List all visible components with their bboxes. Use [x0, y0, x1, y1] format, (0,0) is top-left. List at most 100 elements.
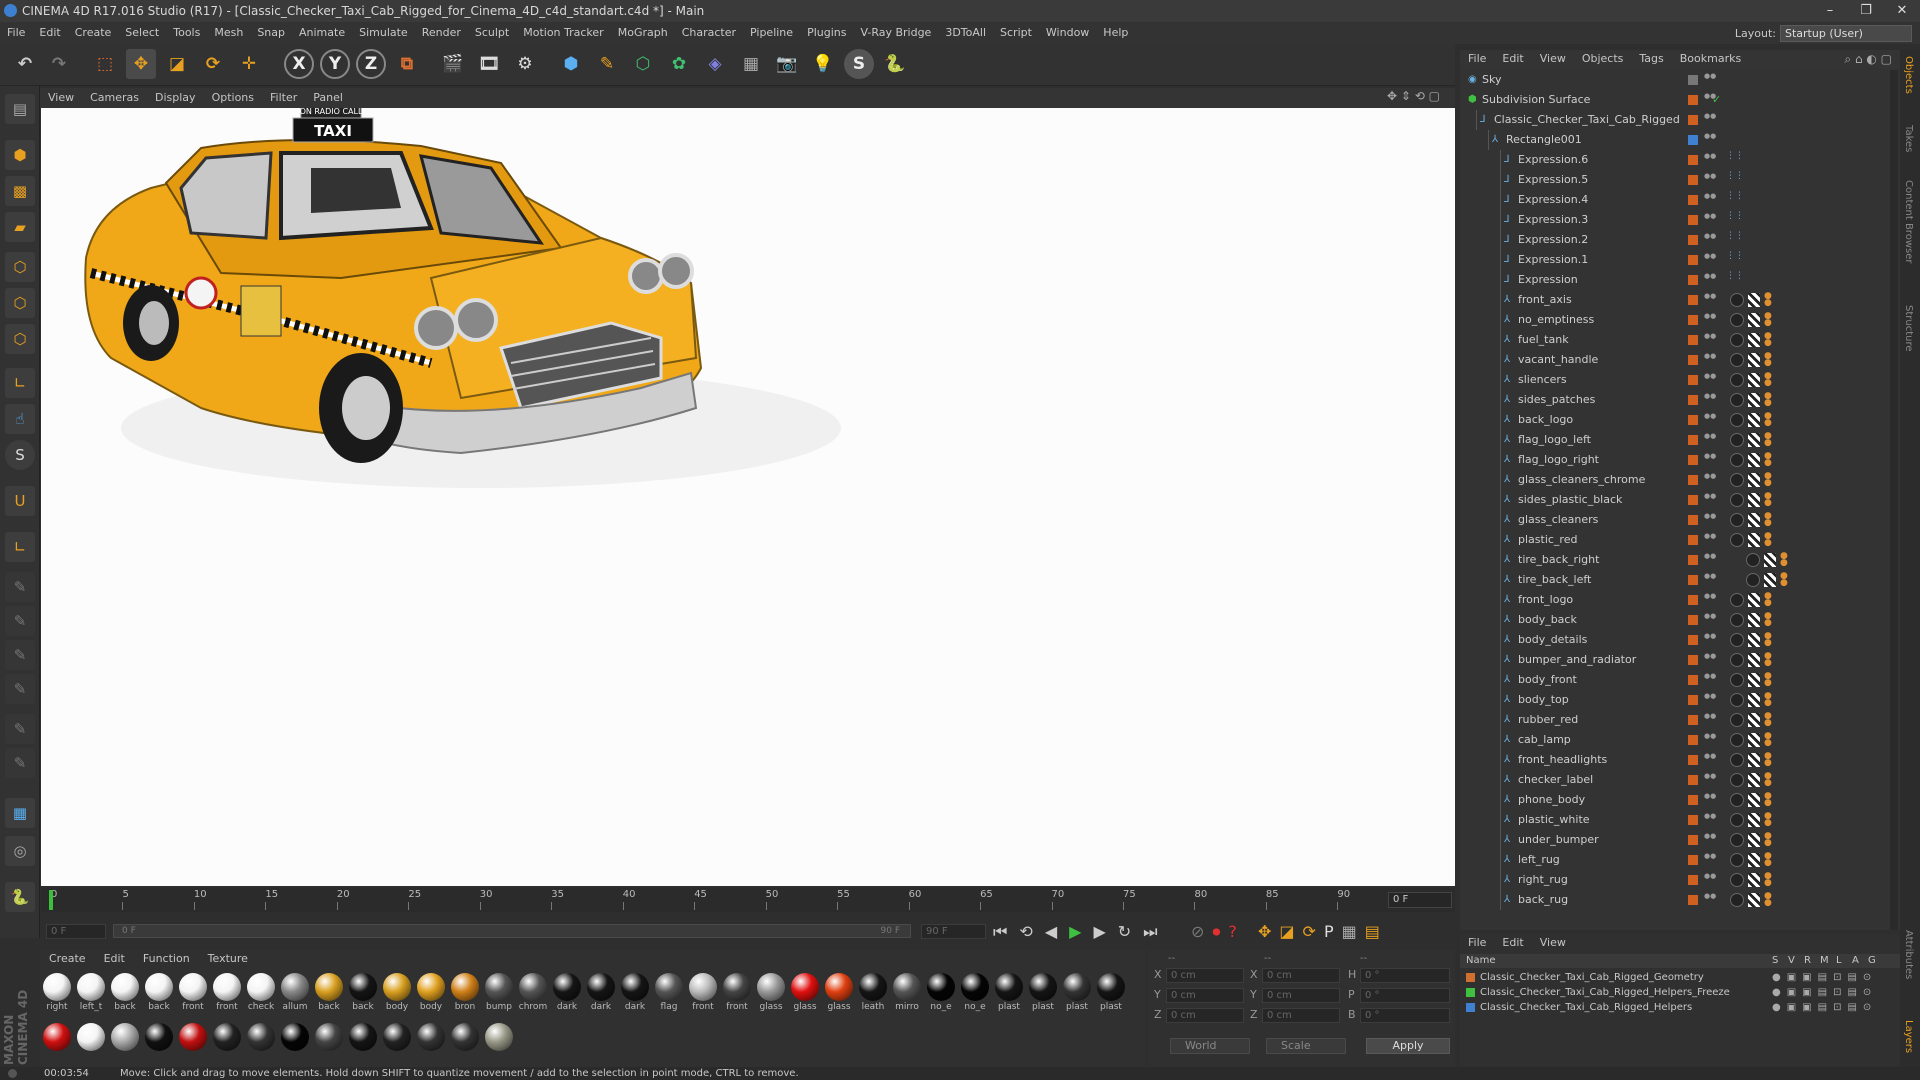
texture-tag-icon[interactable] [1748, 493, 1760, 507]
layer-name[interactable]: Classic_Checker_Taxi_Cab_Rigged_Helpers [1480, 1000, 1692, 1015]
enabled-check-icon[interactable]: ✓ [1712, 90, 1721, 110]
visibility-dots-icon[interactable]: ●● [1704, 452, 1716, 468]
object-row[interactable]: ⅄ glass_cleaners_chrome ●● ● ● [1460, 470, 1890, 490]
layer-row[interactable]: Classic_Checker_Taxi_Cab_Rigged_Helpers ●… [1460, 1000, 1900, 1015]
layer-toggles-icon[interactable]: ●▣▣▤⊡▤⊙ [1772, 970, 1877, 985]
magnet-icon[interactable]: U [5, 486, 35, 516]
object-name[interactable]: left_rug [1518, 850, 1560, 870]
object-name[interactable]: rubber_red [1518, 710, 1578, 730]
texture-tag-icon[interactable] [1748, 453, 1760, 467]
object-name[interactable]: sliencers [1518, 370, 1567, 390]
size-field[interactable]: 0 cm [1262, 988, 1340, 1003]
material-swatch[interactable]: allum [280, 972, 310, 1014]
object-name[interactable]: Expression.1 [1518, 250, 1588, 270]
material-swatch[interactable] [382, 1022, 412, 1064]
selection-tag-icon[interactable]: ● ● [1780, 572, 1788, 588]
visibility-dots-icon[interactable]: ●● [1704, 112, 1716, 128]
layer-color-swatch[interactable] [1688, 395, 1698, 405]
material-tag-icon[interactable] [1730, 353, 1744, 367]
y-axis-icon[interactable]: Y [320, 49, 350, 79]
object-name[interactable]: no_emptiness [1518, 310, 1594, 330]
expression-tag-icon[interactable]: ⋮⋮ [1726, 172, 1744, 187]
texture-tag-icon[interactable] [1748, 293, 1760, 307]
layer-color-swatch[interactable] [1688, 75, 1698, 85]
object-name[interactable]: sides_plastic_black [1518, 490, 1622, 510]
menu-3dtoall[interactable]: 3DToAll [945, 26, 986, 39]
material-swatch[interactable] [42, 1022, 72, 1064]
visibility-dots-icon[interactable]: ●● [1704, 92, 1716, 108]
object-name[interactable]: body_top [1518, 690, 1569, 710]
texture-tag-icon[interactable] [1748, 313, 1760, 327]
visibility-dots-icon[interactable]: ●● [1704, 72, 1716, 88]
viewport-menu-options[interactable]: Options [212, 91, 254, 104]
menu-simulate[interactable]: Simulate [359, 26, 408, 39]
expression-tag-icon[interactable]: ⋮⋮ [1726, 152, 1744, 167]
object-row[interactable]: ⅃ Classic_Checker_Taxi_Cab_Rigged ●● [1460, 110, 1890, 130]
material-swatch[interactable]: dark [620, 972, 650, 1014]
layer-color-swatch[interactable] [1688, 535, 1698, 545]
axis-mode-icon[interactable]: ∟ [5, 368, 35, 398]
layer-color-swatch[interactable] [1688, 335, 1698, 345]
size-field[interactable]: 0 cm [1262, 1008, 1340, 1023]
material-swatch[interactable] [178, 1022, 208, 1064]
object-name[interactable]: sides_patches [1518, 390, 1595, 410]
selection-tag-icon[interactable]: ● ● [1764, 612, 1772, 628]
layer-toggles-icon[interactable]: ●▣▣▤⊡▤⊙ [1772, 985, 1877, 1000]
layer-menu-file[interactable]: File [1468, 936, 1486, 949]
object-name[interactable]: plastic_white [1518, 810, 1590, 830]
close-icon[interactable]: ✕ [1884, 0, 1920, 22]
object-name[interactable]: under_bumper [1518, 830, 1599, 850]
menu-v-ray-bridge[interactable]: V-Ray Bridge [860, 26, 931, 39]
key-param-icon[interactable]: P [1324, 922, 1342, 941]
object-name[interactable]: vacant_handle [1518, 350, 1598, 370]
selection-tag-icon[interactable]: ● ● [1764, 432, 1772, 448]
object-row[interactable]: ⅃ Expression.2 ●● ⋮⋮ [1460, 230, 1890, 250]
play-icon[interactable]: ▶ [1069, 922, 1093, 941]
visibility-dots-icon[interactable]: ●● [1704, 352, 1716, 368]
visibility-dots-icon[interactable]: ●● [1704, 232, 1716, 248]
selection-tag-icon[interactable]: ● ● [1764, 772, 1772, 788]
viewport-nav-icon[interactable]: ✥ ⇕ ⟲ ▢ [1387, 89, 1440, 103]
material-tag-icon[interactable] [1730, 733, 1744, 747]
selection-tag-icon[interactable]: ● ● [1764, 472, 1772, 488]
object-row[interactable]: ⅄ sides_plastic_black ●● ● ● [1460, 490, 1890, 510]
selection-tag-icon[interactable]: ● ● [1764, 632, 1772, 648]
layer-color-swatch[interactable] [1688, 175, 1698, 185]
object-name[interactable]: Expression.4 [1518, 190, 1588, 210]
object-name[interactable]: back_rug [1518, 890, 1568, 910]
menu-tools[interactable]: Tools [173, 26, 200, 39]
smooth-tool-icon[interactable]: ✎ [5, 640, 35, 670]
menu-animate[interactable]: Animate [299, 26, 345, 39]
selection-tag-icon[interactable]: ● ● [1764, 292, 1772, 308]
object-row[interactable]: ⅄ body_details ●● ● ● [1460, 630, 1890, 650]
object-row[interactable]: ⅄ back_rug ●● ● ● [1460, 890, 1890, 910]
material-tag-icon[interactable] [1746, 573, 1760, 587]
menu-mograph[interactable]: MoGraph [618, 26, 668, 39]
record-icon[interactable]: ⟲ [1019, 922, 1044, 941]
material-tag-icon[interactable] [1730, 333, 1744, 347]
viewport-menu-panel[interactable]: Panel [313, 91, 343, 104]
layer-color-swatch[interactable] [1688, 755, 1698, 765]
visibility-dots-icon[interactable]: ●● [1704, 872, 1716, 888]
object-row[interactable]: ⅄ flag_logo_left ●● ● ● [1460, 430, 1890, 450]
layer-color-swatch[interactable] [1688, 895, 1698, 905]
material-swatch[interactable] [416, 1022, 446, 1064]
visibility-dots-icon[interactable]: ●● [1704, 732, 1716, 748]
cube-icon[interactable]: ⬢ [556, 49, 586, 79]
timeline-icon[interactable]: ▤ [1365, 922, 1388, 941]
selection-tag-icon[interactable]: ● ● [1764, 352, 1772, 368]
material-swatch[interactable] [246, 1022, 276, 1064]
loop-icon[interactable]: ↻ [1118, 922, 1143, 941]
visibility-dots-icon[interactable]: ●● [1704, 712, 1716, 728]
selection-tag-icon[interactable]: ● ● [1764, 372, 1772, 388]
selection-tag-icon[interactable]: ● ● [1764, 592, 1772, 608]
selection-tag-icon[interactable]: ● ● [1764, 752, 1772, 768]
step-forward-icon[interactable]: ▶ [1093, 922, 1117, 941]
texture-tag-icon[interactable] [1748, 853, 1760, 867]
viewport[interactable]: ON RADIO CALL TAXI [41, 101, 1455, 886]
texture-tag-icon[interactable] [1748, 793, 1760, 807]
layer-color-swatch[interactable] [1688, 235, 1698, 245]
keyframe-icon[interactable]: ⊘ [1191, 922, 1212, 941]
object-row[interactable]: ⅄ fuel_tank ●● ● ● [1460, 330, 1890, 350]
texture-tag-icon[interactable] [1748, 513, 1760, 527]
